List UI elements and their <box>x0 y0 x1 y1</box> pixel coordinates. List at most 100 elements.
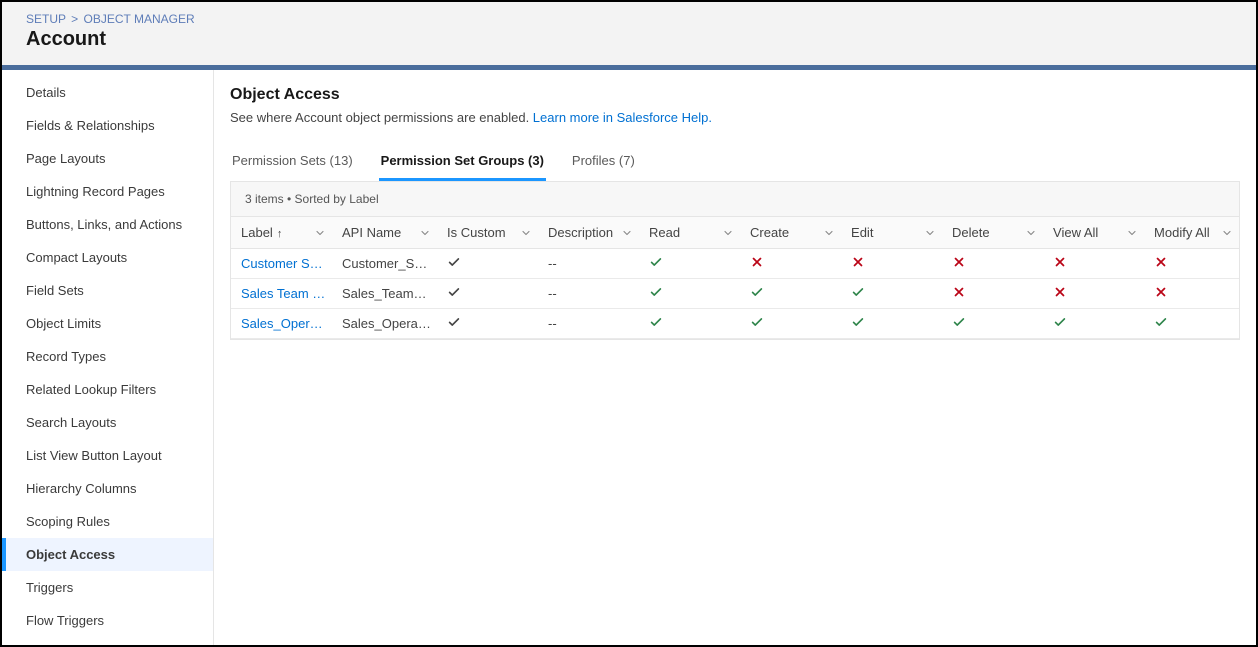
table-row: Customer Sup...Customer_Sup... -- <box>231 249 1239 279</box>
breadcrumb-setup[interactable]: SETUP <box>26 12 66 26</box>
column-header-description[interactable]: Description <box>538 217 639 249</box>
chevron-down-icon[interactable] <box>1221 227 1233 239</box>
section-desc-text: See where Account object permissions are… <box>230 110 533 125</box>
cross-icon <box>1053 257 1067 272</box>
breadcrumb: SETUP > OBJECT MANAGER <box>26 12 1232 26</box>
table-row: Sales Team Me...Sales_Team_M...-- <box>231 279 1239 309</box>
sidebar-item-scoping-rules[interactable]: Scoping Rules <box>2 505 213 538</box>
row-perm-view-all <box>1043 249 1144 279</box>
row-perm-create <box>740 309 841 339</box>
row-perm-modify-all <box>1144 279 1239 309</box>
sidebar-item-fields-relationships[interactable]: Fields & Relationships <box>2 109 213 142</box>
sidebar-item-triggers[interactable]: Triggers <box>2 571 213 604</box>
chevron-down-icon[interactable] <box>924 227 936 239</box>
check-icon <box>649 287 663 302</box>
sidebar: DetailsFields & RelationshipsPage Layout… <box>2 70 214 645</box>
table-row: Sales_Operatio...Sales_Operatio...-- <box>231 309 1239 339</box>
tab-permission-sets-13-[interactable]: Permission Sets (13) <box>230 143 355 181</box>
row-perm-read <box>639 249 740 279</box>
row-perm-modify-all <box>1144 249 1239 279</box>
check-icon <box>750 287 764 302</box>
help-link[interactable]: Learn more in Salesforce Help. <box>533 110 712 125</box>
sidebar-item-object-limits[interactable]: Object Limits <box>2 307 213 340</box>
row-perm-view-all <box>1043 279 1144 309</box>
row-label[interactable]: Sales_Operatio... <box>231 309 332 339</box>
row-description: -- <box>538 279 639 309</box>
breadcrumb-object-manager[interactable]: OBJECT MANAGER <box>84 12 195 26</box>
tab-bar: Permission Sets (13) Permission Set Group… <box>230 143 1240 182</box>
row-description: -- <box>538 249 639 279</box>
row-label[interactable]: Customer Sup... <box>231 249 332 279</box>
column-header-api-name[interactable]: API Name <box>332 217 437 249</box>
sort-arrow-icon: ↑ <box>277 228 283 240</box>
check-icon <box>447 317 461 332</box>
column-header-is-custom[interactable]: Is Custom <box>437 217 538 249</box>
chevron-down-icon[interactable] <box>419 227 431 239</box>
section-title: Object Access <box>230 86 1240 104</box>
check-icon <box>1053 317 1067 332</box>
column-header-create[interactable]: Create <box>740 217 841 249</box>
cross-icon <box>1154 287 1168 302</box>
row-api-name: Customer_Sup... <box>332 249 437 279</box>
table-meta: 3 items • Sorted by Label <box>231 182 1239 216</box>
sidebar-item-list-view-button-layout[interactable]: List View Button Layout <box>2 439 213 472</box>
row-perm-create <box>740 249 841 279</box>
sidebar-item-details[interactable]: Details <box>2 76 213 109</box>
check-icon <box>649 317 663 332</box>
column-header-modify-all[interactable]: Modify All <box>1144 217 1239 249</box>
chevron-down-icon[interactable] <box>722 227 734 239</box>
check-icon <box>851 287 865 302</box>
row-is-custom <box>437 249 538 279</box>
row-is-custom <box>437 279 538 309</box>
check-icon <box>851 317 865 332</box>
row-label[interactable]: Sales Team Me... <box>231 279 332 309</box>
check-icon <box>649 257 663 272</box>
permission-table: Label↑API NameIs CustomDescriptionReadCr… <box>231 216 1239 339</box>
sidebar-item-object-access[interactable]: Object Access <box>2 538 213 571</box>
chevron-down-icon[interactable] <box>621 227 633 239</box>
column-header-delete[interactable]: Delete <box>942 217 1043 249</box>
cross-icon <box>952 287 966 302</box>
row-is-custom <box>437 309 538 339</box>
check-icon <box>1154 317 1168 332</box>
row-perm-read <box>639 309 740 339</box>
column-header-edit[interactable]: Edit <box>841 217 942 249</box>
sidebar-item-page-layouts[interactable]: Page Layouts <box>2 142 213 175</box>
section-description: See where Account object permissions are… <box>230 110 1240 125</box>
row-perm-view-all <box>1043 309 1144 339</box>
chevron-down-icon[interactable] <box>823 227 835 239</box>
sidebar-item-compact-layouts[interactable]: Compact Layouts <box>2 241 213 274</box>
row-perm-delete <box>942 309 1043 339</box>
chevron-down-icon[interactable] <box>1126 227 1138 239</box>
cross-icon <box>851 257 865 272</box>
tab-profiles-7-[interactable]: Profiles (7) <box>570 143 637 181</box>
row-perm-delete <box>942 279 1043 309</box>
sidebar-item-related-lookup-filters[interactable]: Related Lookup Filters <box>2 373 213 406</box>
sidebar-item-buttons-links-and-actions[interactable]: Buttons, Links, and Actions <box>2 208 213 241</box>
chevron-down-icon[interactable] <box>314 227 326 239</box>
column-header-view-all[interactable]: View All <box>1043 217 1144 249</box>
row-perm-edit <box>841 309 942 339</box>
sidebar-item-flow-triggers[interactable]: Flow Triggers <box>2 604 213 637</box>
sidebar-item-hierarchy-columns[interactable]: Hierarchy Columns <box>2 472 213 505</box>
row-perm-create <box>740 279 841 309</box>
tab-permission-set-groups-3-[interactable]: Permission Set Groups (3) <box>379 143 546 181</box>
check-icon <box>447 287 461 302</box>
breadcrumb-separator: > <box>71 12 78 26</box>
check-icon <box>750 317 764 332</box>
chevron-down-icon[interactable] <box>520 227 532 239</box>
row-perm-modify-all <box>1144 309 1239 339</box>
main-content: Object Access See where Account object p… <box>214 70 1256 645</box>
permission-table-wrap: 3 items • Sorted by Label Label↑API Name… <box>230 182 1240 340</box>
column-header-label[interactable]: Label↑ <box>231 217 332 249</box>
cross-icon <box>1053 287 1067 302</box>
sidebar-item-field-sets[interactable]: Field Sets <box>2 274 213 307</box>
column-header-read[interactable]: Read <box>639 217 740 249</box>
page-header: SETUP > OBJECT MANAGER Account <box>2 2 1256 70</box>
cross-icon <box>750 257 764 272</box>
sidebar-item-search-layouts[interactable]: Search Layouts <box>2 406 213 439</box>
row-perm-delete <box>942 249 1043 279</box>
sidebar-item-lightning-record-pages[interactable]: Lightning Record Pages <box>2 175 213 208</box>
chevron-down-icon[interactable] <box>1025 227 1037 239</box>
sidebar-item-record-types[interactable]: Record Types <box>2 340 213 373</box>
